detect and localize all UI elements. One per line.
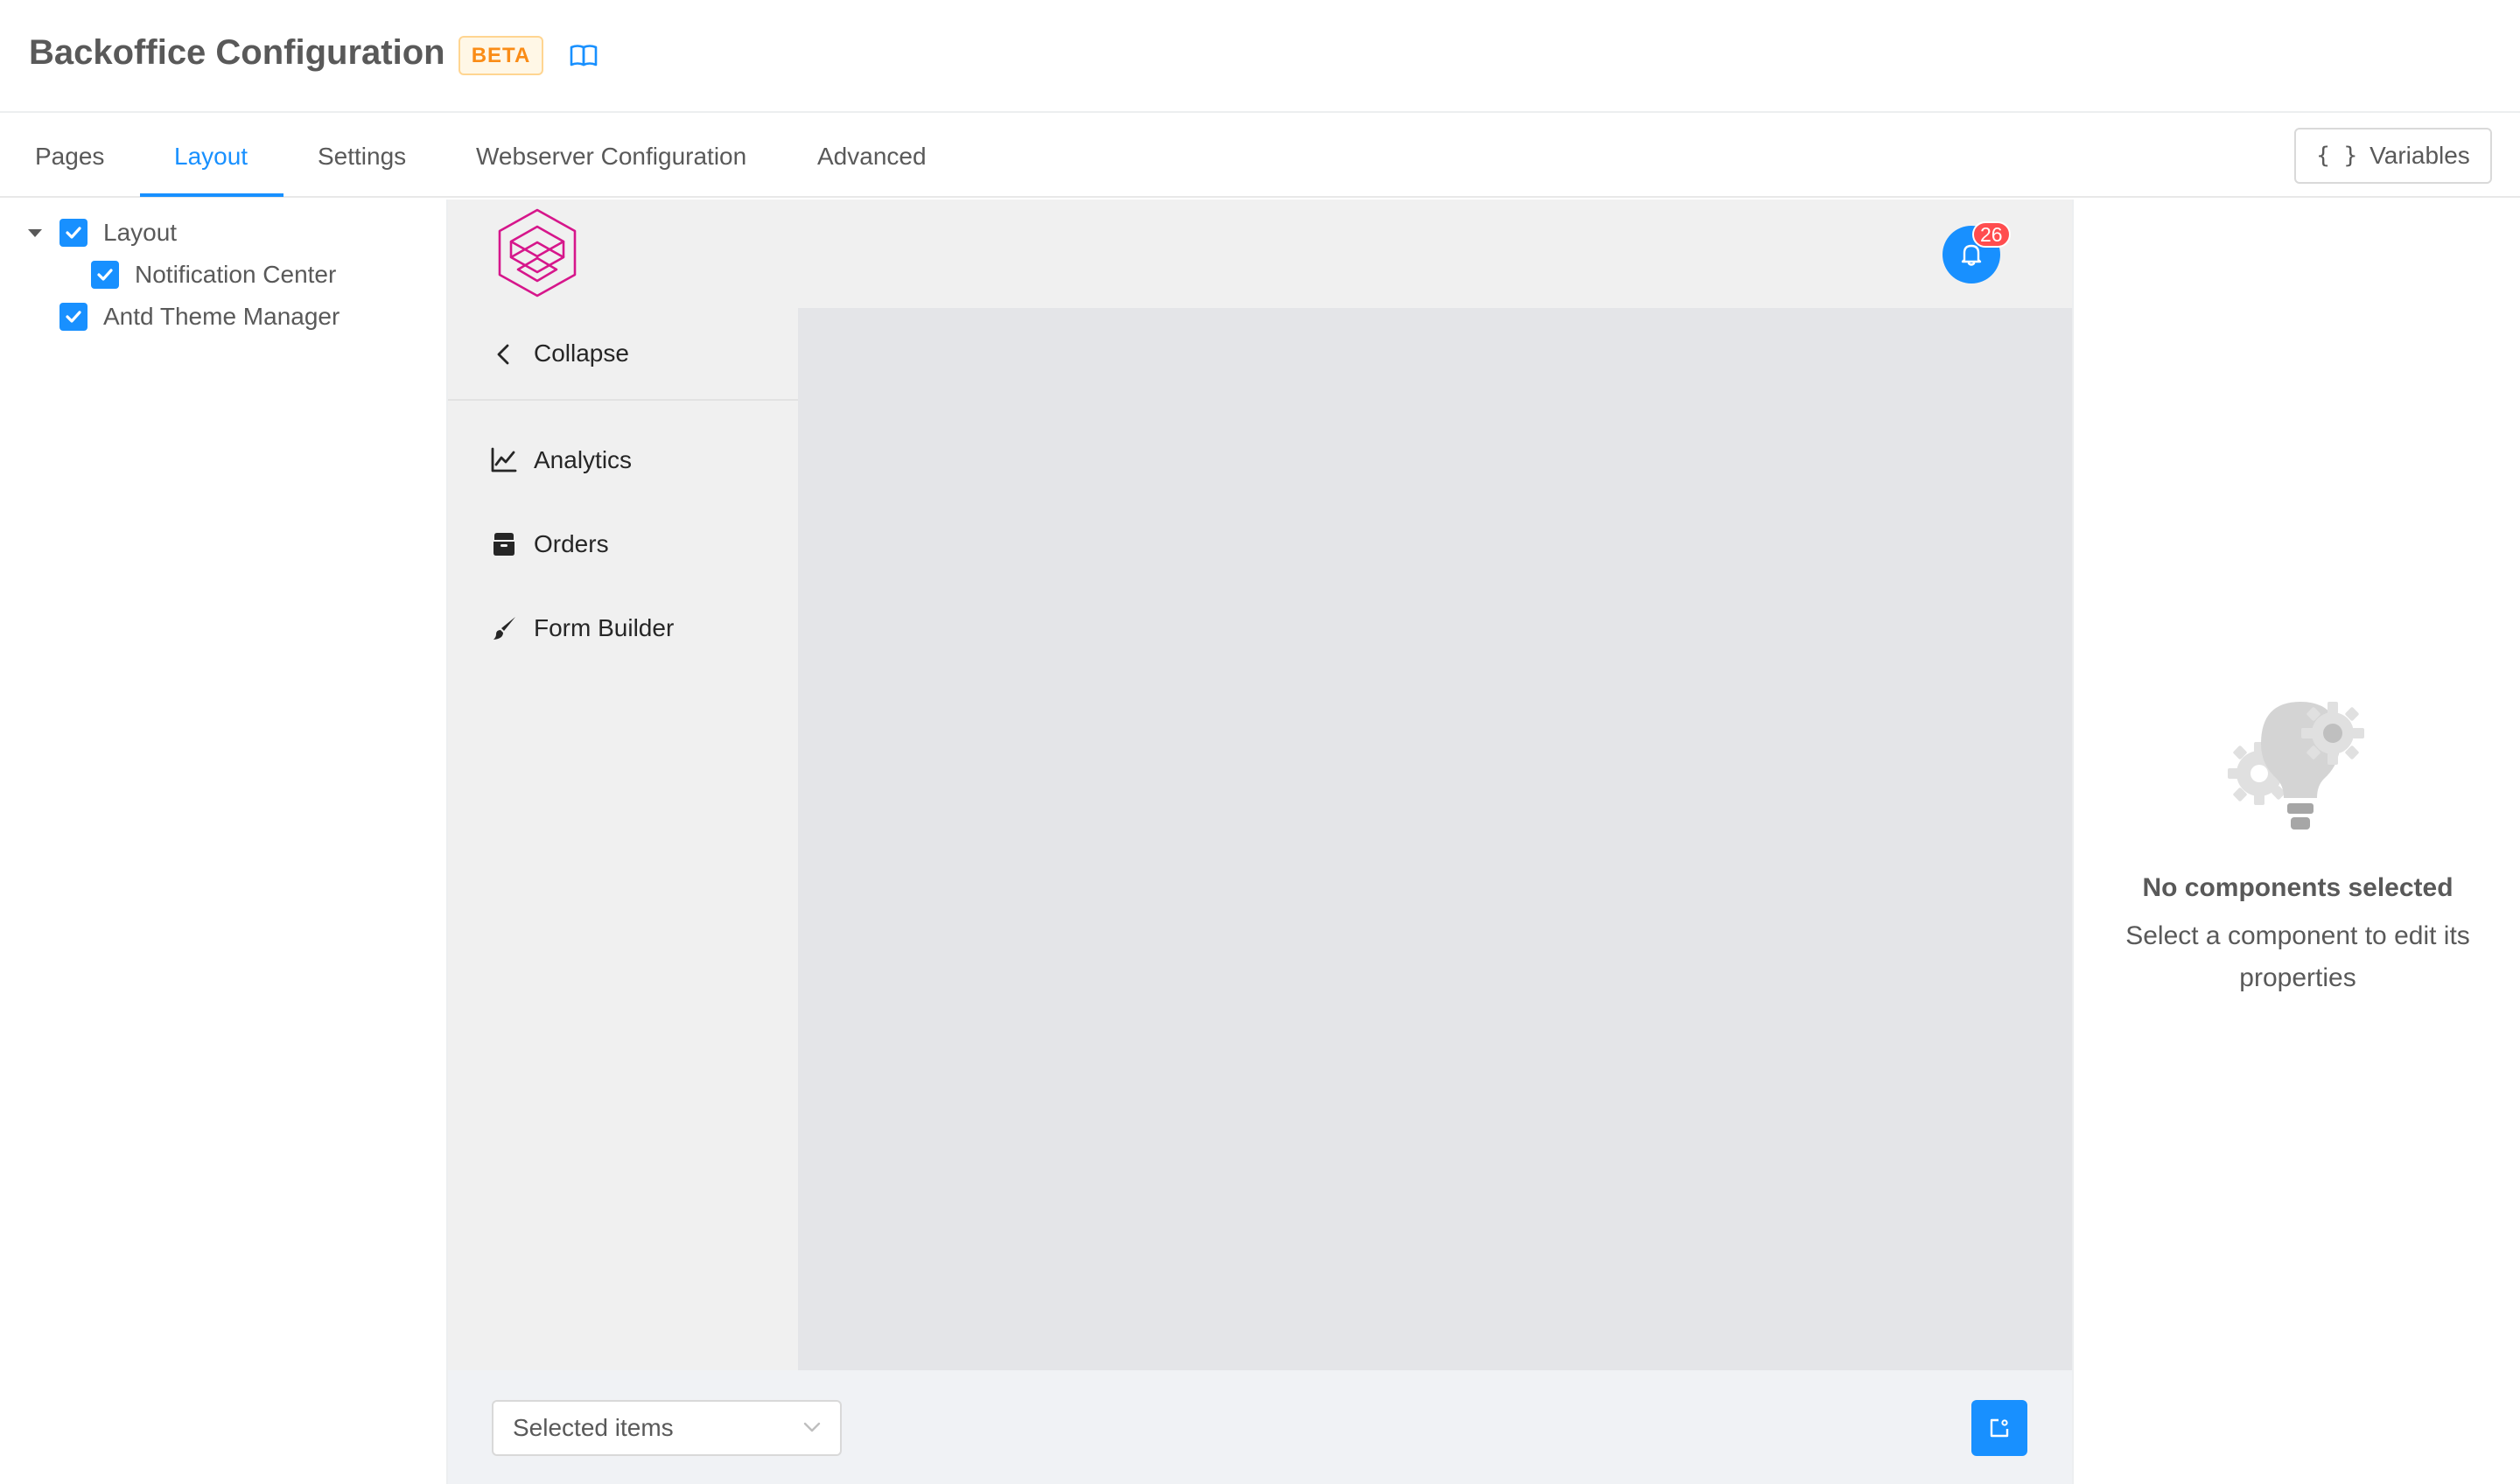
lightbulb-gears-icon <box>2228 702 2364 830</box>
page-header: Backoffice Configuration BETA <box>0 0 2520 113</box>
tab-settings[interactable]: Settings <box>318 115 406 198</box>
preview-content-area <box>798 308 2072 1370</box>
beta-badge: BETA <box>458 36 543 75</box>
sidebar-item-analytics[interactable]: Analytics <box>448 418 798 502</box>
sidebar-item-label: Analytics <box>534 446 633 473</box>
select-placeholder: Selected items <box>513 1414 674 1441</box>
box-icon <box>494 533 514 556</box>
check-icon <box>97 269 113 281</box>
tree-checkbox-notification-center[interactable] <box>91 261 119 289</box>
variables-button-label: Variables <box>2370 142 2470 169</box>
tab-pages[interactable]: Pages <box>35 115 104 198</box>
layout-preview: 26 Collapse Analytics Orders Form Builde… <box>448 200 2072 1484</box>
collapse-label: Collapse <box>534 340 629 367</box>
sidebar-item-label: Form Builder <box>534 614 675 641</box>
tree-node-label: Layout <box>103 219 178 246</box>
component-tree: Layout Notification Center Antd Theme Ma… <box>0 200 448 1484</box>
tree-node-layout[interactable]: Layout <box>28 215 177 250</box>
check-icon <box>66 311 81 323</box>
sidebar-item-label: Orders <box>534 530 609 557</box>
braces-icon: { } <box>2316 143 2358 169</box>
tab-layout[interactable]: Layout <box>174 115 248 198</box>
export-icon <box>1990 1418 2009 1438</box>
sidebar-item-form-builder[interactable]: Form Builder <box>448 586 798 670</box>
preview-footer: Selected items <box>448 1370 2072 1484</box>
collapse-button[interactable]: Collapse <box>448 308 798 401</box>
preview-top-bar: 26 <box>448 200 2072 308</box>
caret-down-icon[interactable] <box>28 228 42 237</box>
tree-node-antd-theme-manager[interactable]: Antd Theme Manager <box>60 299 340 334</box>
tab-advanced[interactable]: Advanced <box>817 115 927 198</box>
notification-count-badge: 26 <box>1972 221 2011 248</box>
line-chart-icon <box>491 447 517 472</box>
tree-node-label: Antd Theme Manager <box>103 303 340 330</box>
sidebar-item-orders[interactable]: Orders <box>448 502 798 586</box>
selected-items-select[interactable]: Selected items <box>492 1400 842 1456</box>
check-icon <box>66 227 81 239</box>
hexagon-logo[interactable] <box>495 207 579 298</box>
brush-icon <box>494 617 515 640</box>
empty-state-title: No components selected <box>2142 873 2454 902</box>
tree-checkbox-antd-theme-manager[interactable] <box>60 303 88 331</box>
chevron-down-icon <box>803 1422 821 1432</box>
page-title: Backoffice Configuration <box>29 33 445 72</box>
variables-button[interactable]: { } Variables <box>2294 128 2492 184</box>
tree-node-notification-center[interactable]: Notification Center <box>91 257 336 292</box>
tree-node-label: Notification Center <box>135 261 337 288</box>
tree-checkbox-layout[interactable] <box>60 219 88 247</box>
active-tab-indicator <box>140 193 284 197</box>
preview-sidebar: Collapse Analytics Orders Form Builder <box>448 308 798 1370</box>
tab-webserver-configuration[interactable]: Webserver Configuration <box>476 115 746 198</box>
export-button[interactable] <box>1971 1400 2027 1456</box>
properties-panel: No components selected Select a componen… <box>2072 200 2520 1484</box>
empty-state-description: Select a component to edit its propertie… <box>2125 921 2470 992</box>
book-icon[interactable] <box>569 43 598 69</box>
tab-bar: Pages Layout Settings Webserver Configur… <box>0 115 2520 198</box>
chevron-left-icon <box>497 344 509 365</box>
